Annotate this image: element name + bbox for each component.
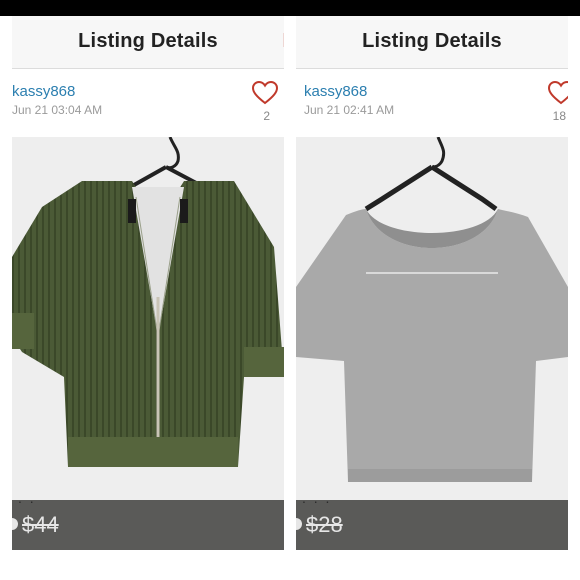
nav-bar: Listing Details I — [12, 16, 284, 69]
tee-image — [296, 137, 568, 501]
bottom-border — [0, 560, 580, 580]
price-bar: . . . $28 — [296, 490, 568, 550]
cardigan-image — [12, 137, 284, 501]
heart-icon[interactable] — [548, 81, 568, 105]
listing-timestamp: Jun 21 02:41 AM — [304, 103, 395, 117]
listing-title-peek: . . — [18, 490, 36, 506]
listing-price: $28 — [306, 512, 343, 537]
nav-edge-button[interactable]: I — [282, 30, 284, 53]
seller-row: kassy868 Jun 21 02:41 AM 18 — [296, 69, 568, 137]
listing-timestamp: Jun 21 03:04 AM — [12, 103, 103, 117]
heart-icon[interactable] — [252, 81, 278, 105]
like-count: 18 — [552, 109, 566, 123]
seller-username[interactable]: kassy868 — [12, 83, 75, 100]
price-bar: . . $44 — [12, 490, 284, 550]
listing-title-peek: . . . — [302, 490, 332, 506]
price-dot — [12, 518, 18, 530]
seller-username[interactable]: kassy868 — [304, 83, 367, 100]
listing-screenshot-1: Listing Details I kassy868 Jun 21 03:04 … — [12, 16, 284, 550]
listing-photo[interactable] — [296, 137, 568, 501]
nav-bar: Listing Details — [296, 16, 568, 69]
like-count: 2 — [263, 109, 270, 123]
top-border — [0, 0, 580, 16]
listing-photo[interactable] — [12, 137, 284, 501]
page-title: Listing Details — [78, 30, 218, 52]
listing-price: $44 — [22, 512, 59, 537]
panel-divider — [284, 16, 296, 560]
listing-screenshot-2: Listing Details kassy868 Jun 21 02:41 AM… — [296, 16, 568, 550]
page-title: Listing Details — [362, 30, 502, 52]
seller-row: kassy868 Jun 21 03:04 AM 2 — [12, 69, 284, 137]
price-dot — [296, 518, 302, 530]
